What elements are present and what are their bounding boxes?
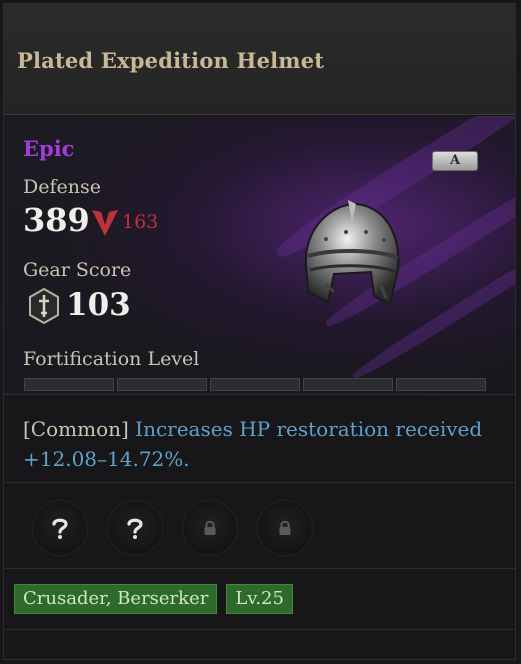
lock-icon: [204, 520, 216, 535]
defense-value: 389: [23, 201, 90, 239]
tooltip-header: Plated Expedition Helmet: [4, 4, 515, 115]
fortification-segment: [303, 378, 393, 391]
item-tooltip: Plated Expedition Helmet Epic A Defense …: [3, 3, 516, 660]
fortification-segment: [210, 378, 300, 391]
question-icon: [127, 518, 143, 539]
divider: [4, 568, 515, 569]
level-tag: Lv.25: [226, 584, 293, 614]
fortification-segment: [24, 378, 114, 391]
requirement-tags: Crusader, Berserker Lv.25: [14, 584, 293, 614]
tier-badge: A: [432, 151, 478, 171]
socket-unknown[interactable]: [107, 500, 163, 556]
gear-score-icon: [29, 287, 59, 325]
item-effect: [Common] Increases HP restoration receiv…: [23, 414, 493, 474]
socket-unknown[interactable]: [32, 500, 88, 556]
socket-locked[interactable]: [257, 500, 313, 556]
fortification-bar: [24, 378, 486, 391]
item-summary-panel: Epic A Defense 389 163 Gear Score 103 Fo…: [4, 116, 515, 395]
question-icon: [52, 518, 68, 539]
effect-tag: [Common]: [23, 417, 129, 441]
gear-score-label: Gear Score: [23, 259, 132, 281]
divider: [4, 482, 515, 483]
fortification-segment: [396, 378, 486, 391]
socket-row: [32, 500, 313, 556]
defense-difference: 163: [122, 211, 159, 233]
defense-label: Defense: [23, 176, 101, 198]
lock-icon: [279, 520, 291, 535]
fortification-label: Fortification Level: [23, 348, 200, 370]
fortification-segment: [117, 378, 207, 391]
decrease-arrow-icon: [92, 210, 118, 236]
class-tag: Crusader, Berserker: [14, 584, 218, 614]
rarity-label: Epic: [23, 136, 75, 161]
gear-score-value: 103: [66, 287, 131, 323]
socket-locked[interactable]: [182, 500, 238, 556]
item-name: Plated Expedition Helmet: [17, 48, 325, 73]
divider: [4, 629, 515, 630]
helmet-icon: [304, 200, 400, 306]
